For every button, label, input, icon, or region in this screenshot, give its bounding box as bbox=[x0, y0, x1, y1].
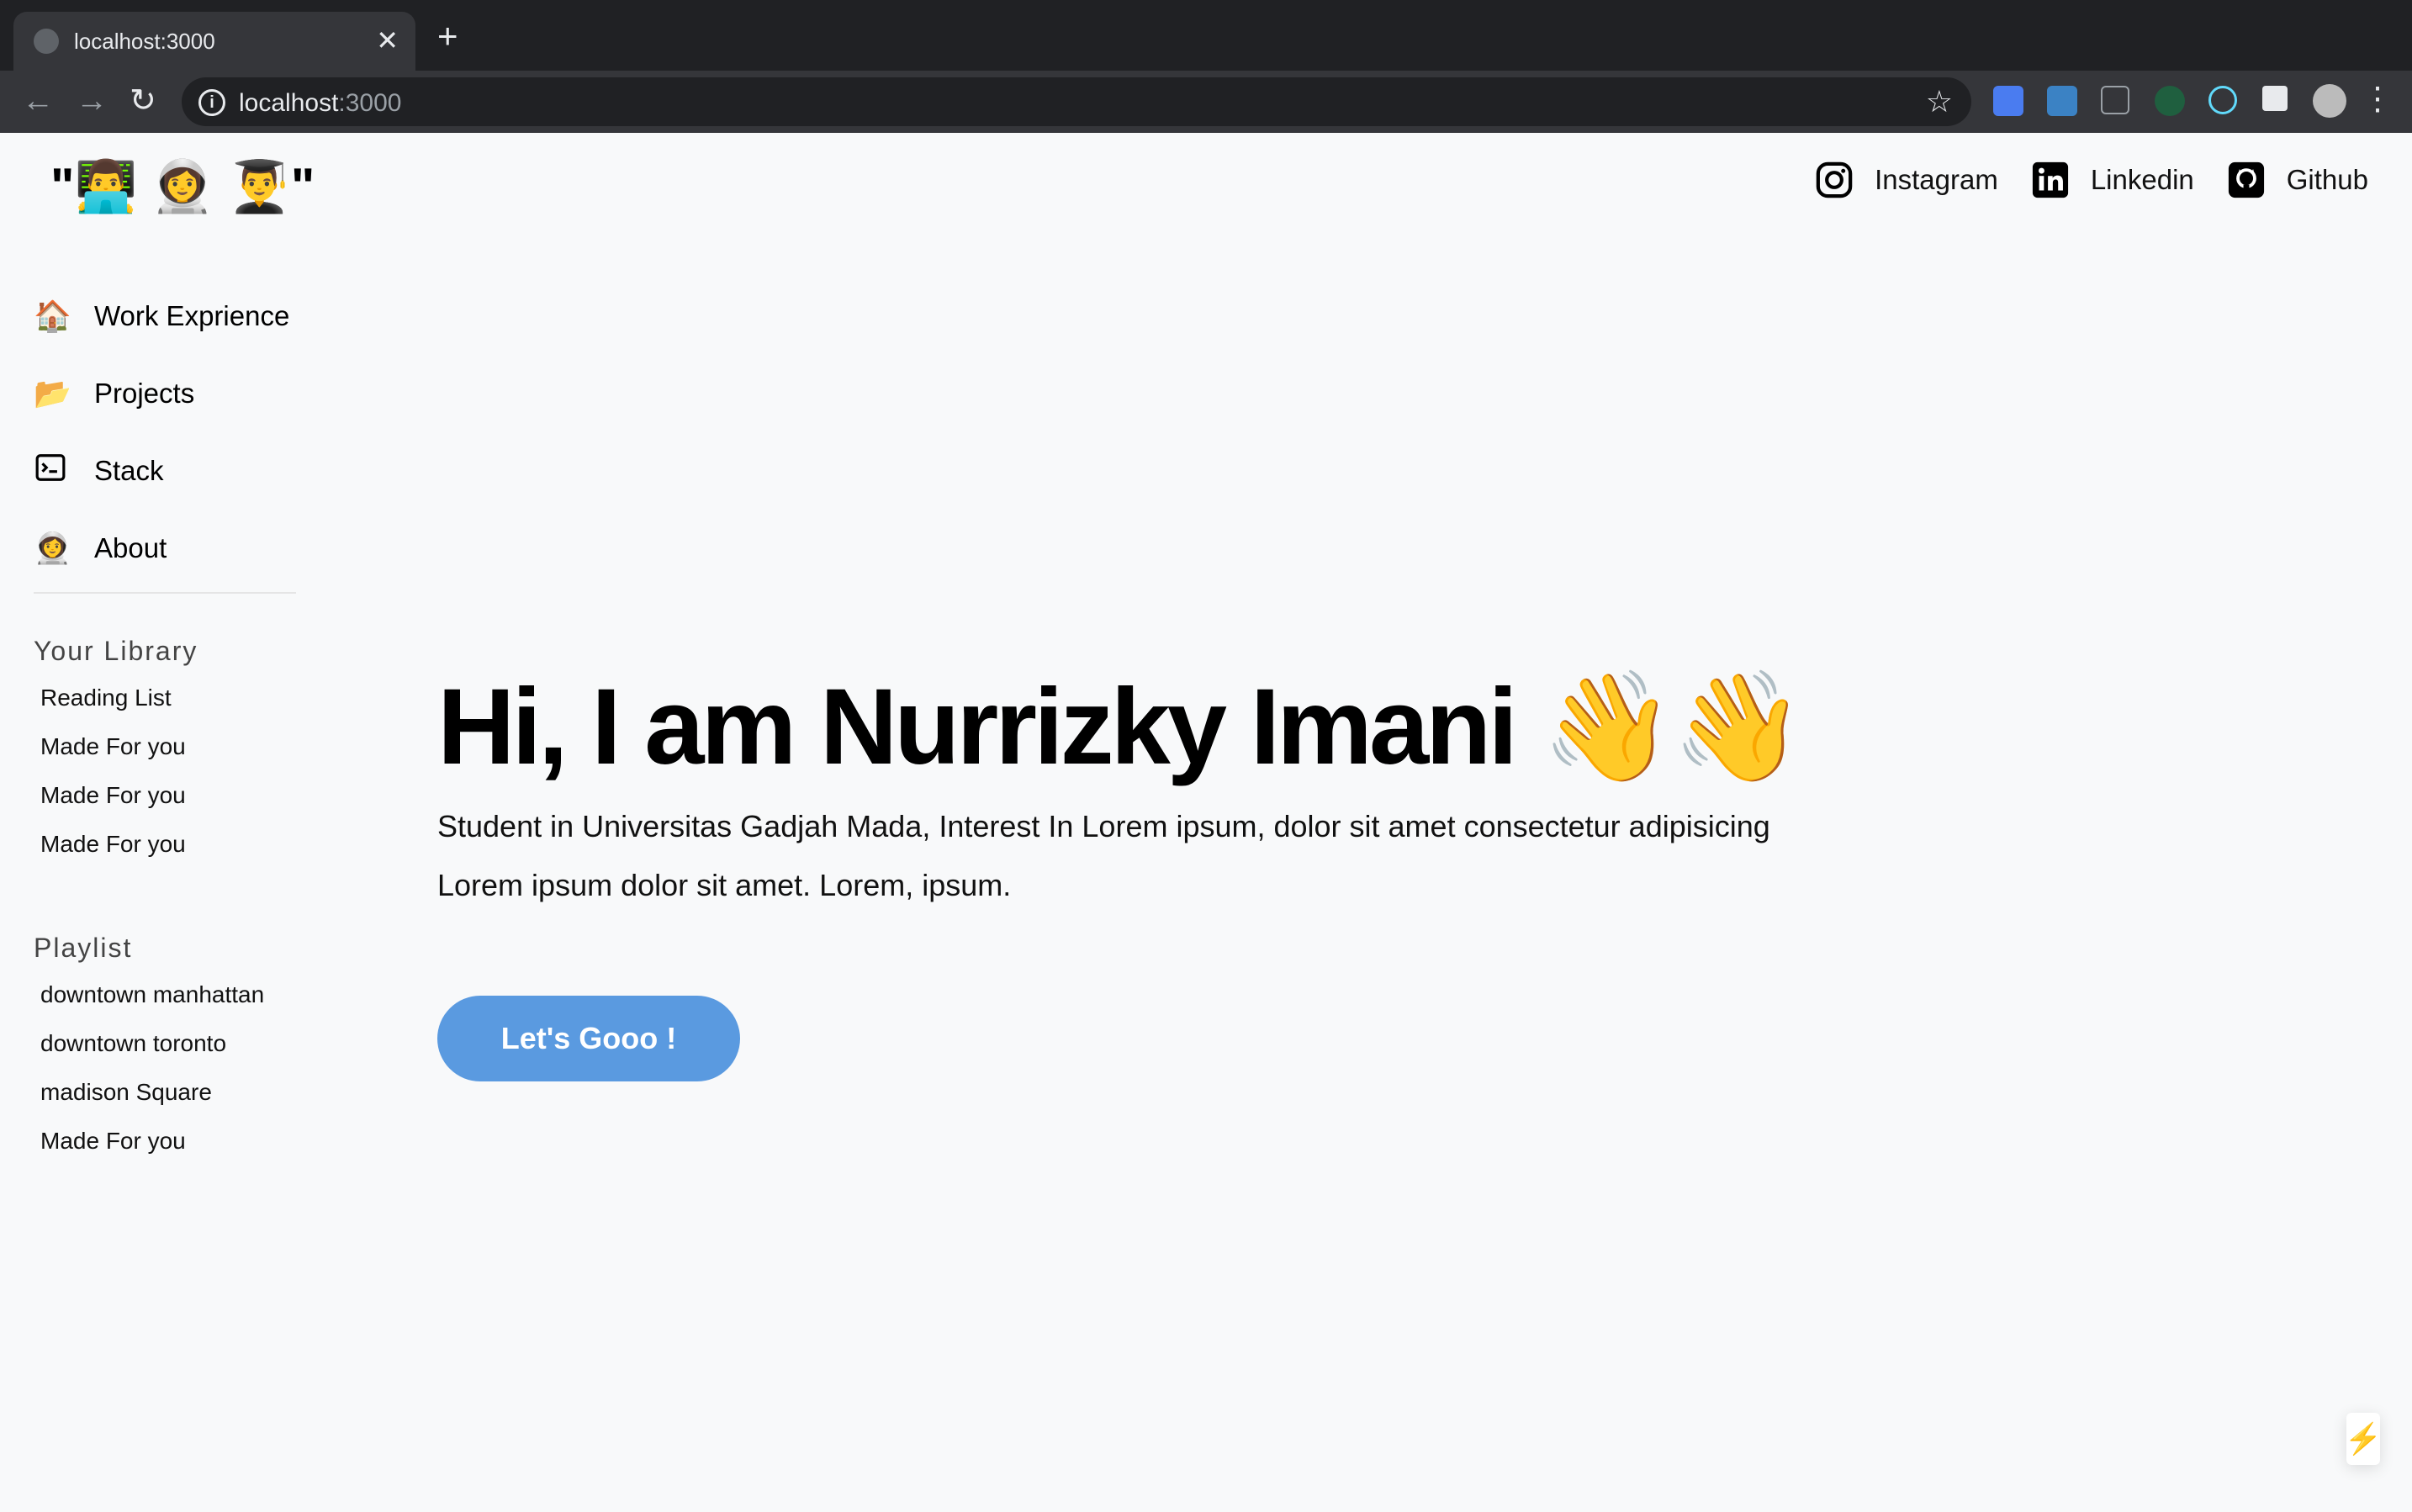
browser-tab[interactable]: localhost:3000 ✕ bbox=[13, 12, 415, 71]
nav-label: About bbox=[94, 532, 167, 563]
globe-icon bbox=[34, 29, 59, 54]
address-bar[interactable]: i localhost:3000 ☆ bbox=[182, 77, 1971, 126]
bookmark-star-icon[interactable]: ☆ bbox=[1926, 84, 1953, 119]
github-icon bbox=[2226, 160, 2267, 200]
nav-item-work-experience[interactable]: 🏠 Work Exprience bbox=[34, 278, 296, 355]
social-links: Instagram Linkedin Github bbox=[1782, 160, 2368, 200]
react-devtools-icon[interactable] bbox=[2208, 86, 2237, 114]
s-extension-icon[interactable] bbox=[2047, 86, 2077, 116]
sidebar: 🏠 Work Exprience 📂 Projects Stack 👩‍🚀 Ab… bbox=[34, 278, 296, 1166]
tab-title: localhost:3000 bbox=[74, 29, 215, 54]
url-text[interactable]: localhost:3000 bbox=[239, 89, 401, 118]
lightning-icon[interactable]: ⚡ bbox=[2345, 1413, 2382, 1465]
github-link[interactable]: Github bbox=[2226, 160, 2368, 200]
grid-extension-icon[interactable] bbox=[2101, 86, 2129, 114]
linkedin-link[interactable]: Linkedin bbox=[2030, 160, 2194, 200]
profile-avatar[interactable] bbox=[2313, 84, 2346, 118]
linkedin-icon bbox=[2030, 160, 2071, 200]
playlist-item[interactable]: Made For you bbox=[34, 1117, 296, 1166]
nav-item-about[interactable]: 👩‍🚀 About bbox=[34, 510, 296, 587]
nav-label: Work Exprience bbox=[94, 300, 290, 331]
nav-item-stack[interactable]: Stack bbox=[34, 432, 296, 510]
nav-label: Projects bbox=[94, 378, 195, 409]
instagram-link[interactable]: Instagram bbox=[1814, 160, 1998, 200]
library-item[interactable]: Made For you bbox=[34, 771, 296, 820]
playlist-item[interactable]: downtown manhattan bbox=[34, 970, 296, 1019]
info-icon[interactable]: i bbox=[198, 89, 225, 116]
playlist-item[interactable]: downtown toronto bbox=[34, 1019, 296, 1068]
playlist-heading: Playlist bbox=[34, 933, 133, 963]
forward-icon[interactable]: → bbox=[76, 84, 108, 118]
hero-title: Hi, I am Nurrizky Imani 👋👋 bbox=[437, 667, 1806, 787]
house-icon: 🏠 bbox=[34, 299, 71, 333]
terminal-icon bbox=[34, 452, 67, 491]
browser-toolbar: ← → ↻ i localhost:3000 ☆ ⋮ bbox=[0, 71, 2412, 133]
hero-section: Hi, I am Nurrizky Imani 👋👋 Student in Un… bbox=[437, 664, 1867, 1081]
library-heading: Your Library bbox=[34, 636, 198, 666]
playlist-item[interactable]: madison Square bbox=[34, 1068, 296, 1117]
meet-extension-icon[interactable] bbox=[2155, 86, 2185, 116]
browser-menu-icon[interactable]: ⋮ bbox=[2362, 82, 2393, 116]
new-tab-button[interactable]: + bbox=[437, 19, 458, 54]
nav-label: Stack bbox=[94, 455, 164, 486]
reload-icon[interactable]: ↻ bbox=[130, 84, 156, 118]
folder-icon: 📂 bbox=[34, 376, 71, 410]
instagram-icon bbox=[1814, 160, 1854, 200]
library-item[interactable]: Made For you bbox=[34, 820, 296, 869]
browser-tab-bar: localhost:3000 ✕ + bbox=[0, 0, 2412, 71]
puzzle-extensions-icon[interactable] bbox=[2262, 86, 2288, 111]
back-icon[interactable]: ← bbox=[22, 84, 54, 118]
logo-emojis: 👨‍💻 👩‍🚀 👨‍🎓 bbox=[74, 158, 291, 214]
lets-go-button[interactable]: Let's Gooo ! bbox=[437, 996, 740, 1081]
zoom-extension-icon[interactable] bbox=[1993, 86, 2023, 116]
library-item[interactable]: Reading List bbox=[34, 674, 296, 722]
site-logo[interactable]: "👨‍💻 👩‍🚀 👨‍🎓" bbox=[50, 156, 315, 217]
sidebar-divider bbox=[34, 592, 296, 594]
close-tab-icon[interactable]: ✕ bbox=[376, 25, 399, 56]
nav-item-projects[interactable]: 📂 Projects bbox=[34, 355, 296, 432]
library-item[interactable]: Made For you bbox=[34, 722, 296, 771]
astronaut-icon: 👩‍🚀 bbox=[34, 531, 71, 565]
hero-description: Student in Universitas Gadjah Mada, Inte… bbox=[437, 809, 1770, 902]
